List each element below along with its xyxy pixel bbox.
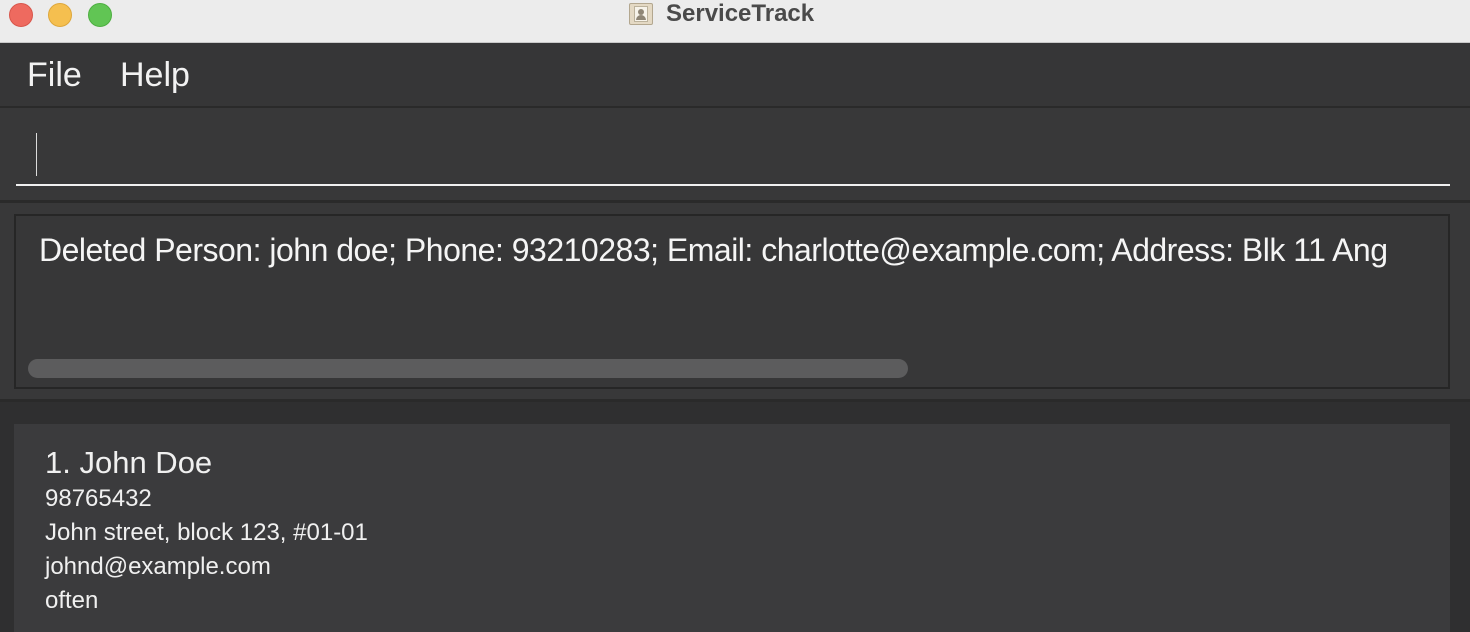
horizontal-scrollbar[interactable] [28, 359, 908, 378]
close-window-button[interactable] [9, 3, 33, 27]
person-phone: 98765432 [45, 485, 152, 512]
person-address: John street, block 123, #01-01 [45, 519, 368, 546]
address-book-icon [628, 2, 654, 26]
command-input[interactable] [16, 120, 1450, 186]
person-tag: often [45, 587, 99, 614]
window-title: ServiceTrack [666, 0, 815, 27]
menu-bar: File Help [0, 43, 1470, 108]
result-display-panel: Deleted Person: john doe; Phone: 9321028… [0, 203, 1470, 402]
person-email: johnd@example.com [45, 553, 271, 580]
person-card[interactable]: 1. John Doe 98765432 John street, block … [14, 424, 1450, 632]
result-message: Deleted Person: john doe; Phone: 9321028… [39, 232, 1388, 268]
command-box-panel [0, 108, 1470, 203]
maximize-window-button[interactable] [88, 3, 112, 27]
minimize-window-button[interactable] [48, 3, 72, 27]
window-title-group: ServiceTrack [628, 0, 814, 28]
person-name: 1. John Doe [45, 445, 213, 480]
menu-file[interactable]: File [27, 55, 82, 95]
app-window: ServiceTrack File Help Deleted Person: j… [0, 0, 1470, 632]
menu-help[interactable]: Help [120, 55, 190, 95]
person-list-panel: 1. John Doe 98765432 John street, block … [0, 403, 1470, 632]
title-bar[interactable]: ServiceTrack [0, 0, 1470, 43]
result-display[interactable]: Deleted Person: john doe; Phone: 9321028… [14, 214, 1450, 389]
text-caret [36, 133, 37, 176]
